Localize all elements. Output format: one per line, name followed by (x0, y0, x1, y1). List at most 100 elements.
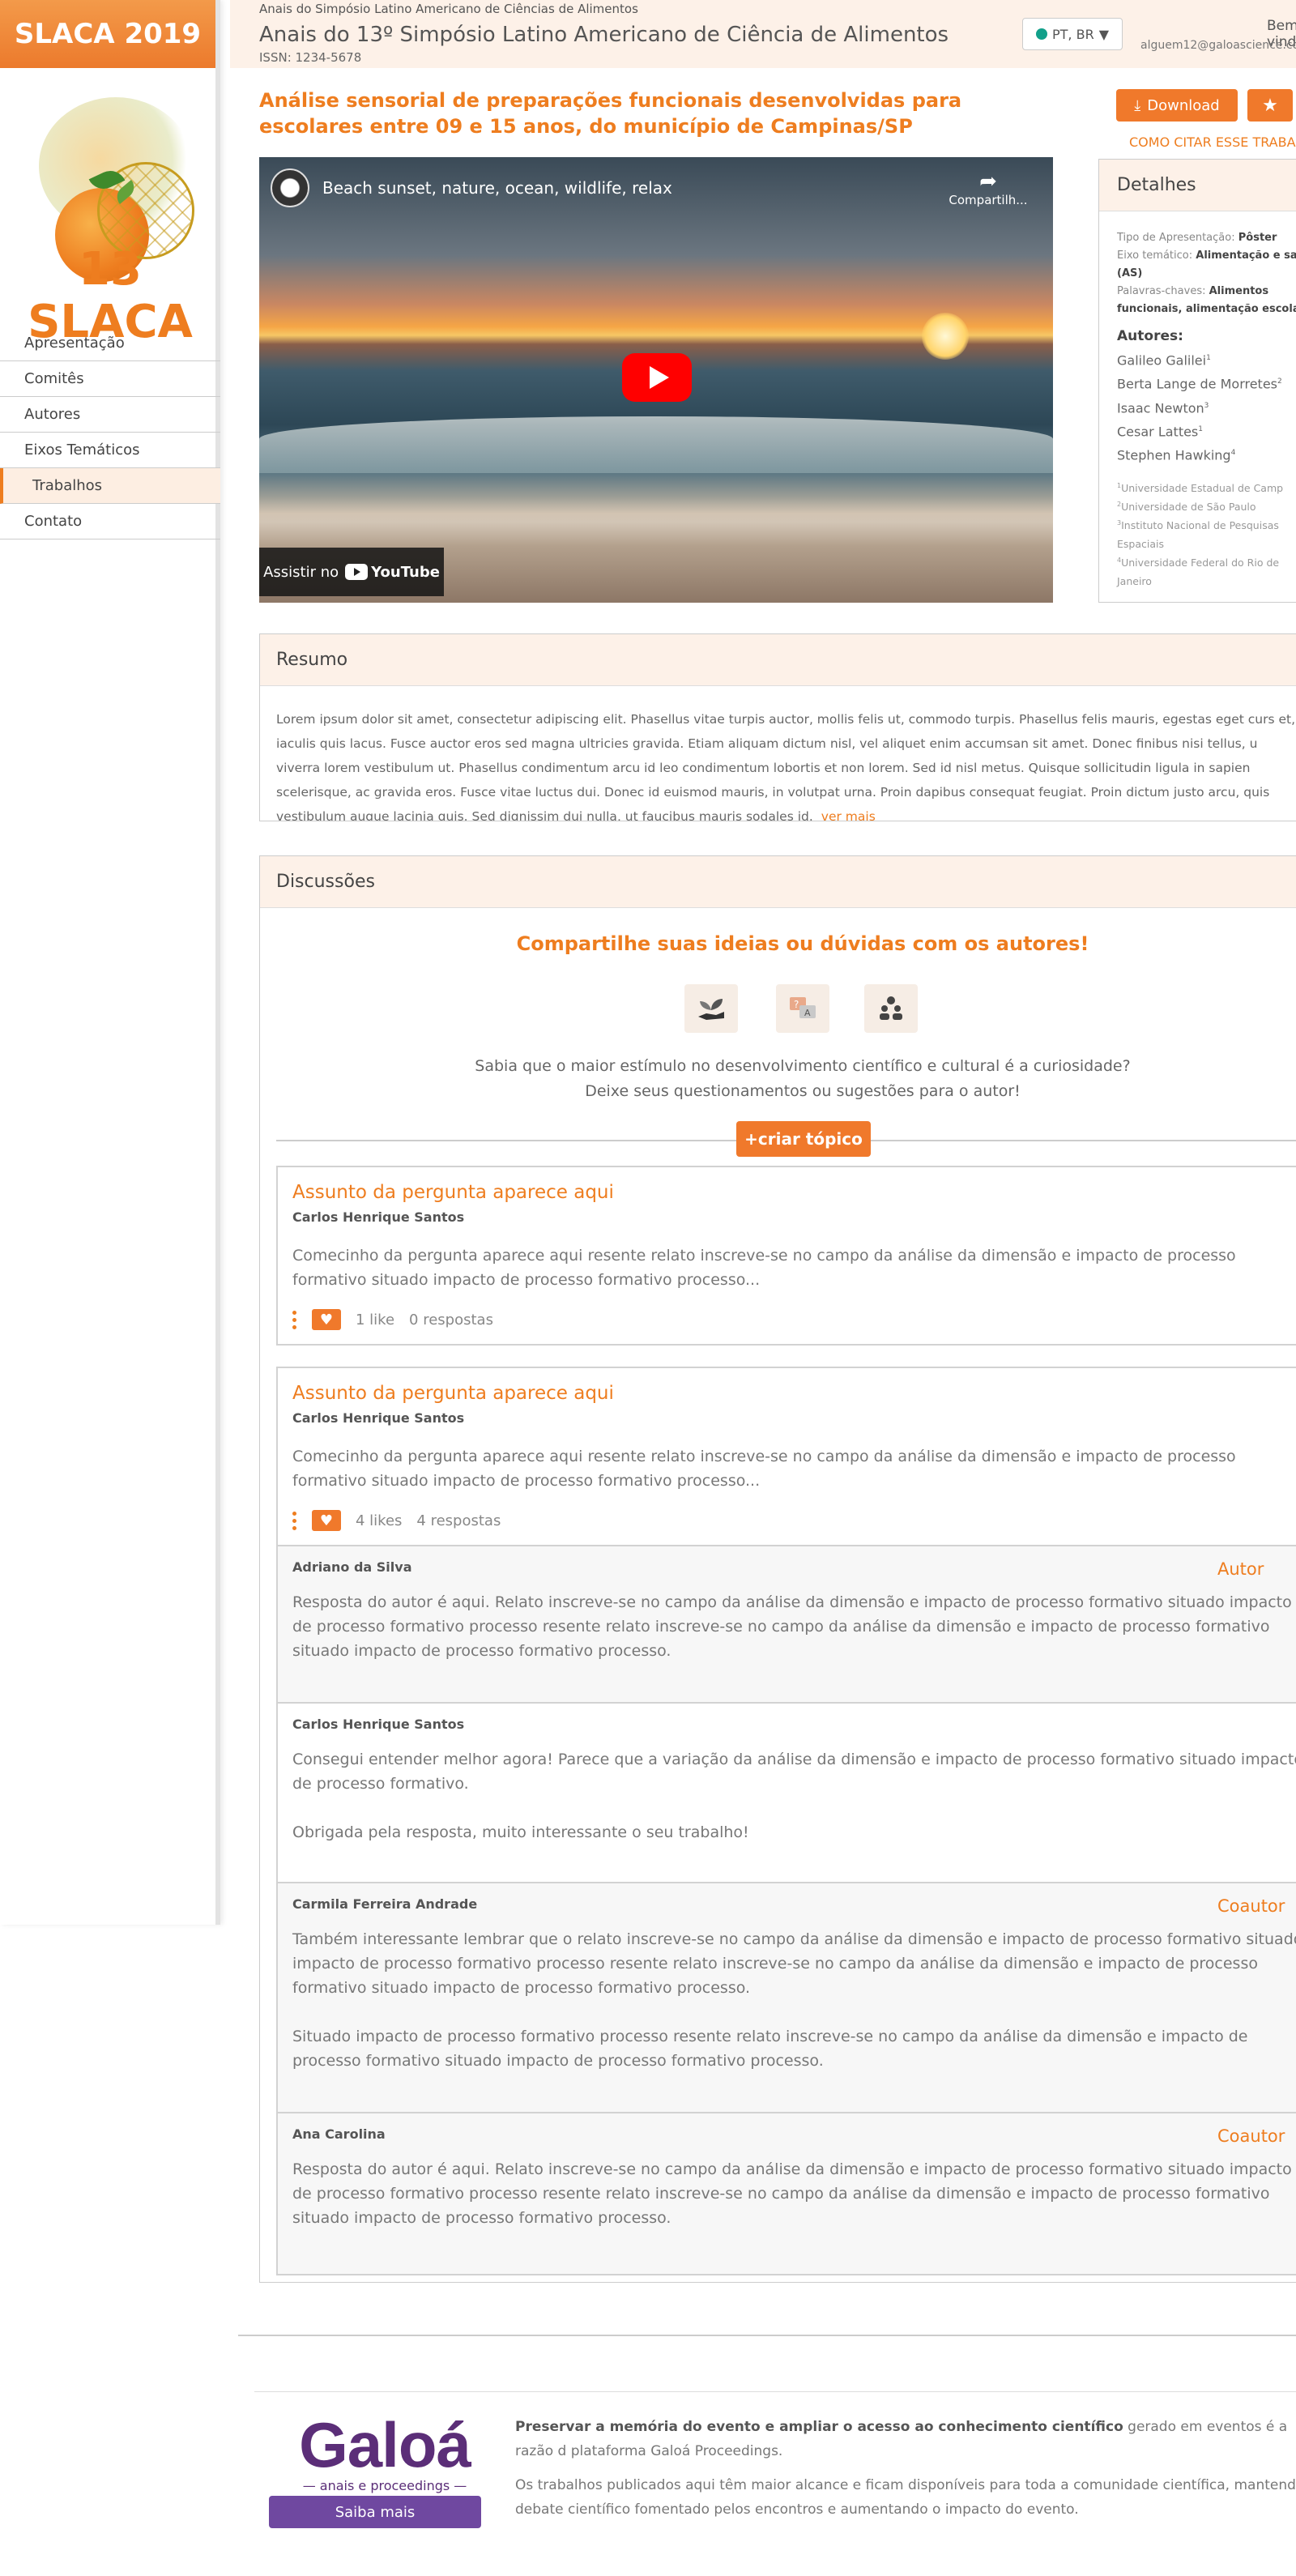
topic-title[interactable]: Assunto da pergunta aparece aqui (292, 1383, 614, 1404)
download-label: Download (1147, 96, 1220, 114)
reply-body: Consegui entender melhor agora! Parece q… (292, 1751, 1296, 1841)
like-count: 1 like (356, 1311, 395, 1329)
reply-body: Resposta do autor é aqui. Relato inscrev… (292, 1593, 1292, 1660)
watch-label: Assistir no (263, 563, 339, 581)
nav-item-comites[interactable]: Comitês (0, 361, 220, 397)
reply-body: Resposta do autor é aqui. Relato inscrev… (292, 2160, 1292, 2227)
author-item[interactable]: Berta Lange de Morretes2 (1117, 371, 1296, 395)
discussions-panel: Discussões Compartilhe suas ideias ou dú… (259, 855, 1296, 2283)
keywords: Palavras-chaves: Alimentos funcionais, a… (1117, 285, 1296, 315)
youtube-logo-icon: YouTube (345, 564, 440, 581)
galoa-tagline: — anais e proceedings — (302, 2478, 467, 2493)
reply-author: Ana Carolina (292, 2126, 386, 2142)
share-label: Compartilh... (949, 193, 1028, 207)
video-player[interactable]: Beach sunset, nature, ocean, wildlife, r… (259, 157, 1053, 603)
like-count: 4 likes (356, 1512, 403, 1529)
author-item[interactable]: Stephen Hawking4 (1117, 442, 1296, 466)
download-icon: ⤓ (1134, 96, 1141, 114)
topic-title[interactable]: Assunto da pergunta aparece aqui (292, 1182, 614, 1203)
reply-item: Ana Carolina Coautor Resposta do autor é… (278, 2112, 1296, 2274)
author-item[interactable]: Cesar Lattes1 (1117, 419, 1296, 442)
thematic-axis-code: (AS) (1117, 267, 1143, 279)
author-item[interactable]: Galileo Galilei1 (1117, 348, 1296, 371)
reply-count[interactable]: 4 respostas (416, 1512, 501, 1529)
play-icon (650, 366, 669, 389)
divider (238, 2335, 1296, 2336)
svg-text:?: ? (794, 999, 799, 1010)
cite-link[interactable]: COMO CITAR ESSE TRABA (1129, 134, 1296, 150)
reply-count[interactable]: 0 respostas (409, 1311, 493, 1329)
galoa-logo[interactable]: Galoá — anais e proceedings — (275, 2412, 494, 2493)
nav-item-trabalhos[interactable]: Trabalhos (0, 468, 220, 504)
video-wave (259, 416, 1053, 473)
nav-item-autores[interactable]: Autores (0, 397, 220, 433)
abstract-text: Lorem ipsum dolor sit amet, consectetur … (260, 686, 1296, 821)
author-list: Galileo Galilei1 Berta Lange de Morretes… (1099, 344, 1296, 467)
discussions-subtitle: Sabia que o maior estímulo no desenvolvi… (475, 1057, 1131, 1075)
watch-on-youtube-button[interactable]: Assistir no YouTube (259, 548, 444, 596)
sidebar: SLACA 2019 13 SLACA Apresentação Comitês… (0, 0, 220, 1925)
video-sun (922, 313, 969, 360)
footer: Galoá — anais e proceedings — Saiba mais… (254, 2391, 1296, 2537)
topic-card: Assunto da pergunta aparece aqui Carlos … (276, 1166, 1296, 1346)
topic-actions: ♥ 4 likes 4 respostas (292, 1509, 501, 1532)
like-button[interactable]: ♥ (312, 1510, 341, 1531)
page-title: Anais do 13º Simpósio Latino Americano d… (259, 23, 949, 47)
page-header: Anais do Simpósio Latino Americano de Ci… (230, 0, 1296, 68)
reply-item: Carlos Henrique Santos Consegui entender… (278, 1702, 1296, 1882)
reply-author: Adriano da Silva (292, 1559, 412, 1575)
footer-text: Os trabalhos publicados aqui têm maior a… (515, 2477, 1296, 2518)
star-icon: ★ (1262, 95, 1278, 116)
language-label: PT, BR (1052, 26, 1094, 42)
question-answer-icon: ? A (776, 984, 829, 1033)
play-button[interactable] (622, 353, 692, 402)
nav-item-eixos-tematicos[interactable]: Eixos Temáticos (0, 433, 220, 468)
topic-author: Carlos Henrique Santos (292, 1410, 465, 1426)
page: SLACA 2019 13 SLACA Apresentação Comitês… (0, 0, 1296, 2576)
favorite-button[interactable]: ★ (1247, 89, 1293, 122)
read-more-link[interactable]: ver mais (821, 809, 876, 821)
more-options-icon[interactable] (292, 1310, 297, 1329)
topic-card: Assunto da pergunta aparece aqui Carlos … (276, 1367, 1296, 2275)
video-shine (259, 497, 1053, 546)
affiliation-list: 1Universidade Estadual de Camp 2Universi… (1099, 467, 1296, 591)
reply-body: Também interessante lembrar que o relato… (292, 1930, 1296, 2070)
reply-item: Carmila Ferreira Andrade Coautor Também … (278, 1882, 1296, 2112)
create-topic-button[interactable]: +criar tópico (736, 1121, 871, 1157)
language-selector[interactable]: PT, BR ▼ (1022, 18, 1123, 50)
reply-author: Carlos Henrique Santos (292, 1717, 465, 1732)
sidebar-nav: Apresentação Comitês Autores Eixos Temát… (0, 326, 220, 540)
channel-avatar[interactable] (271, 168, 309, 207)
details-panel: Detalhes Tipo de Apresentação: Pôster Ei… (1098, 159, 1296, 603)
like-button[interactable]: ♥ (312, 1309, 341, 1330)
galoa-brand: Galoá (299, 2409, 471, 2480)
reply-role-badge: Coautor (1217, 1896, 1285, 1916)
learn-more-button[interactable]: Saiba mais (269, 2496, 481, 2528)
reply-role-badge: Autor (1217, 1559, 1264, 1579)
author-item[interactable]: Isaac Newton3 (1117, 395, 1296, 419)
abstract-panel: Resumo Lorem ipsum dolor sit amet, conse… (259, 633, 1296, 821)
nav-item-contato[interactable]: Contato (0, 504, 220, 540)
topic-author: Carlos Henrique Santos (292, 1209, 465, 1225)
youtube-label: YouTube (371, 563, 440, 581)
event-line: Anais do Simpósio Latino Americano de Ci… (259, 2, 638, 16)
svg-text:A: A (804, 1008, 811, 1018)
affiliation-item: Janeiro (1117, 575, 1152, 588)
share-button[interactable]: ➦ Compartilh... (940, 170, 1037, 207)
discussions-heading: Discussões (260, 856, 1296, 908)
thematic-axis: Eixo temático: Alimentação e sa (1117, 249, 1296, 262)
share-icon: ➦ (979, 169, 997, 194)
caret-down-icon: ▼ (1098, 26, 1109, 42)
brand-title[interactable]: SLACA 2019 (0, 0, 215, 68)
affiliation-item: 2Universidade de São Paulo (1117, 500, 1256, 513)
nav-item-apresentacao[interactable]: Apresentação (0, 326, 220, 361)
discussions-subtitle: Deixe seus questionamentos ou sugestões … (585, 1082, 1021, 1100)
download-button[interactable]: ⤓ Download (1116, 89, 1238, 122)
footer-text: Preservar a memória do evento e ampliar … (515, 2419, 1288, 2459)
presentation-type: Tipo de Apresentação: Pôster (1117, 232, 1277, 244)
user-email[interactable]: alguem12@galoascience.co (1140, 39, 1296, 52)
reply-item: Adriano da Silva Autor Resposta do autor… (278, 1545, 1296, 1702)
topic-body: Comecinho da pergunta aparece aqui resen… (292, 1247, 1236, 1289)
more-options-icon[interactable] (292, 1511, 297, 1530)
video-title[interactable]: Beach sunset, nature, ocean, wildlife, r… (322, 178, 672, 198)
